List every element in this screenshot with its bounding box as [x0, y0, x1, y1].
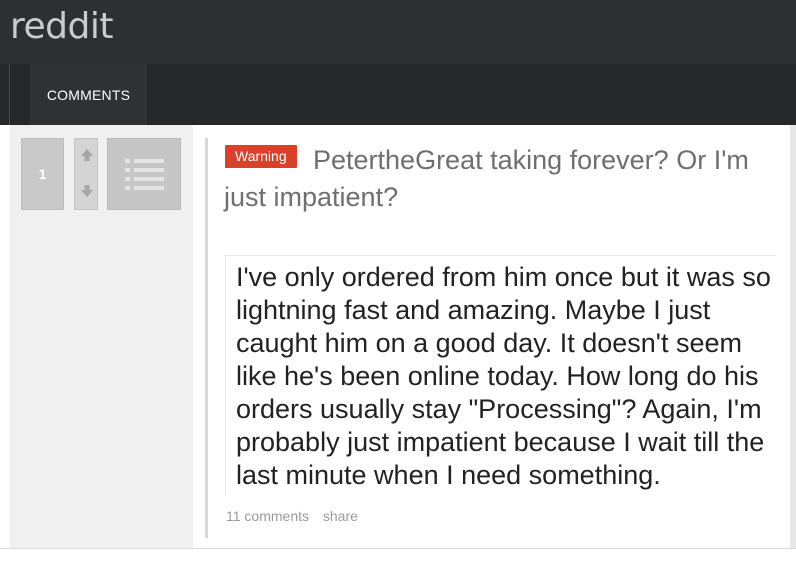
vote-score: 1	[21, 138, 64, 210]
selftext-border	[225, 256, 226, 496]
flair-badge: Warning	[225, 145, 297, 168]
share-link[interactable]: share	[323, 508, 358, 524]
list-icon	[125, 159, 164, 190]
tab-comments[interactable]: COMMENTS	[30, 64, 147, 125]
top-bar: reddit	[0, 0, 796, 64]
list-button[interactable]	[107, 138, 181, 210]
vote-buttons	[74, 138, 98, 210]
arrow-up-icon[interactable]	[79, 147, 95, 163]
arrow-down-icon[interactable]	[79, 183, 95, 199]
bottom-divider	[0, 548, 796, 549]
post-title[interactable]: PetertheGreat taking forever? Or I'm jus…	[224, 142, 769, 216]
tab-bar-edge	[9, 64, 10, 125]
title-separator	[225, 255, 775, 256]
post-body: I've only ordered from him once but it w…	[236, 262, 771, 490]
comments-link[interactable]: 11 comments	[226, 508, 309, 524]
right-border	[790, 125, 796, 549]
reddit-logo[interactable]: reddit	[10, 6, 113, 47]
thread-divider	[205, 138, 208, 538]
post-meta: 11 comments share	[226, 508, 368, 524]
